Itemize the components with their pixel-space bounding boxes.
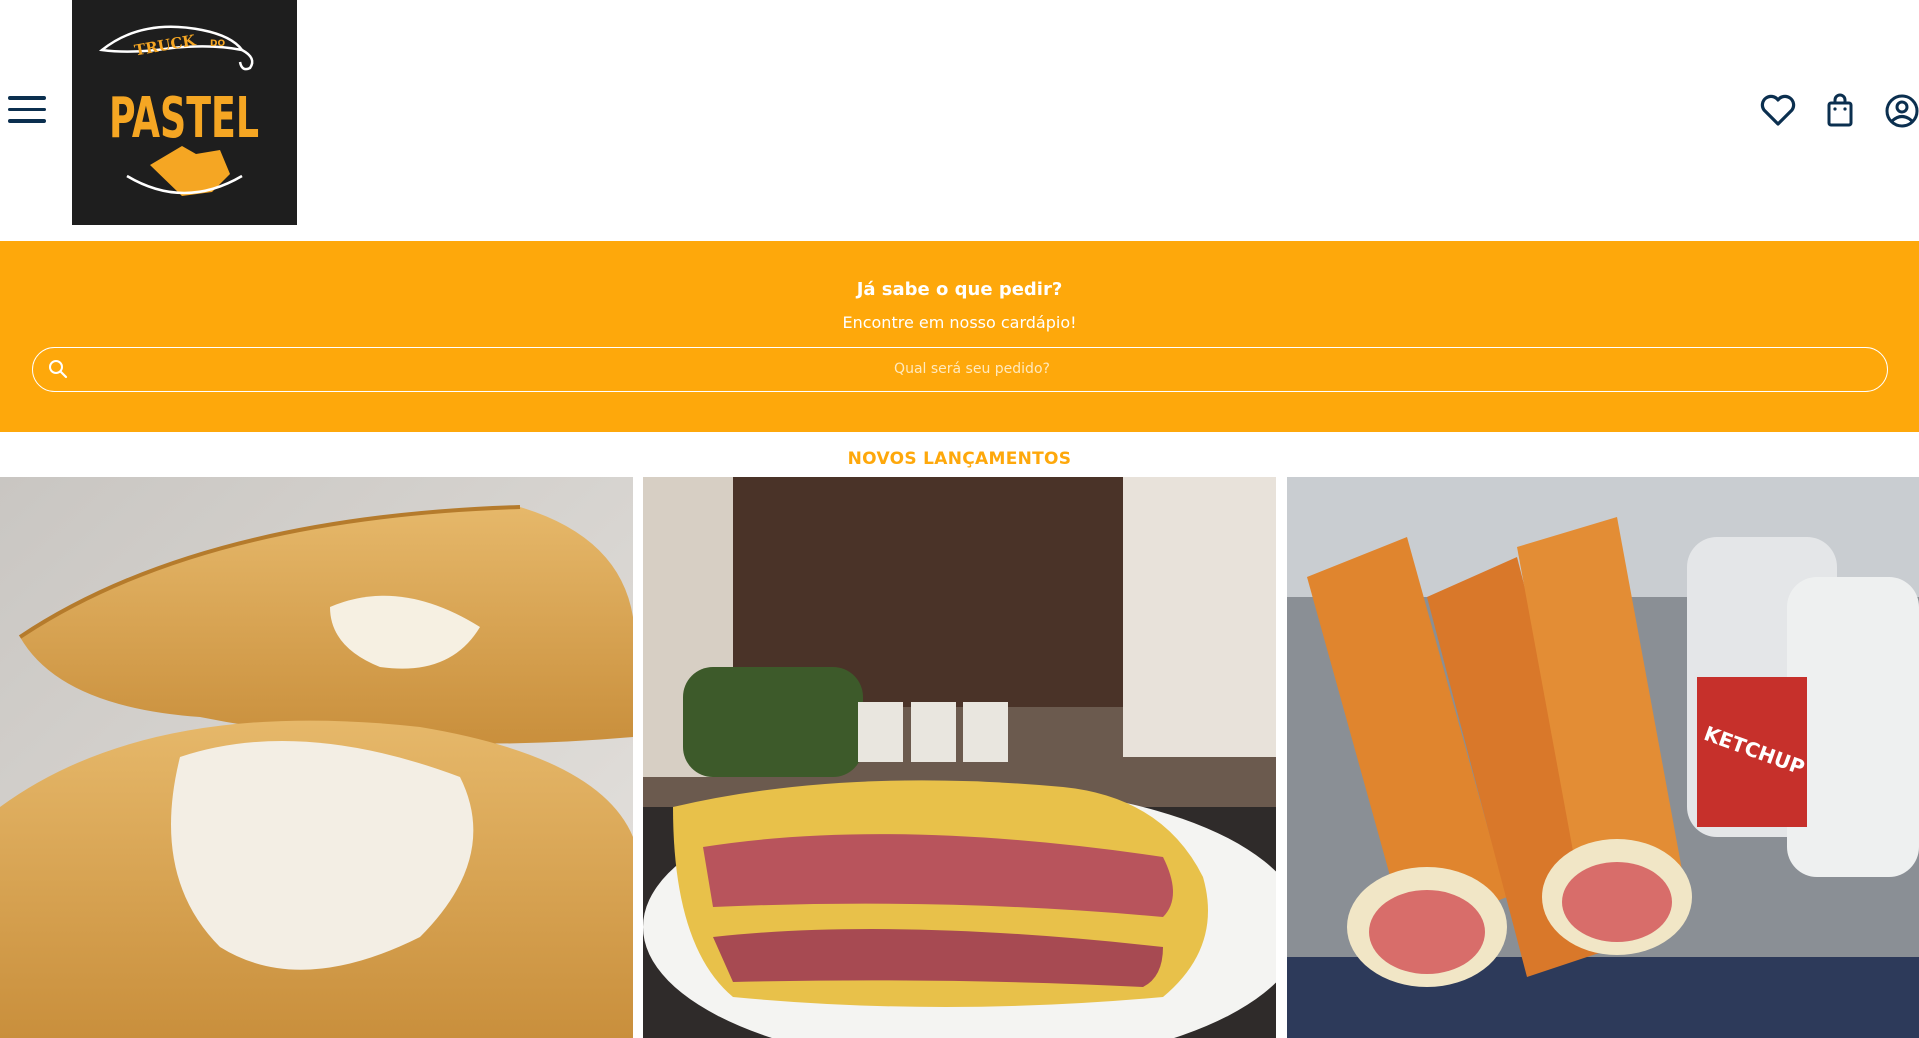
heart-icon[interactable] [1757,90,1799,132]
user-circle-icon[interactable] [1881,90,1919,132]
search-icon [49,360,68,379]
product-card-cheese-pastel[interactable] [0,477,633,1038]
shopping-bag-icon[interactable] [1819,90,1861,132]
hot-dog-pastel-rolls-photo: KETCHUP [1287,477,1919,1038]
truck-do-pastel-logo[interactable]: TRUCK DO PASTEL [72,0,297,225]
product-card-ham-pastel[interactable] [643,477,1276,1038]
pastel-with-cheese-filling-photo [0,477,633,1038]
banner-title: Já sabe o que pedir? [856,279,1063,300]
new-releases-gallery: KETCHUP [0,477,1919,1038]
svg-text:DO: DO [210,39,225,49]
section-title: NOVOS LANÇAMENTOS [847,449,1072,469]
search-box[interactable] [32,347,1888,392]
product-card-hotdog-pastel[interactable]: KETCHUP [1287,477,1919,1038]
pastel-with-ham-filling-photo [643,477,1276,1038]
search-banner: Já sabe o que pedir? Encontre em nosso c… [0,241,1919,432]
site-header: TRUCK DO PASTEL [0,0,1919,241]
banner-subtitle: Encontre em nosso cardápio! [842,313,1077,332]
svg-text:PASTEL: PASTEL [109,86,259,151]
hamburger-menu-icon[interactable] [8,96,48,126]
search-input[interactable] [77,348,1867,390]
